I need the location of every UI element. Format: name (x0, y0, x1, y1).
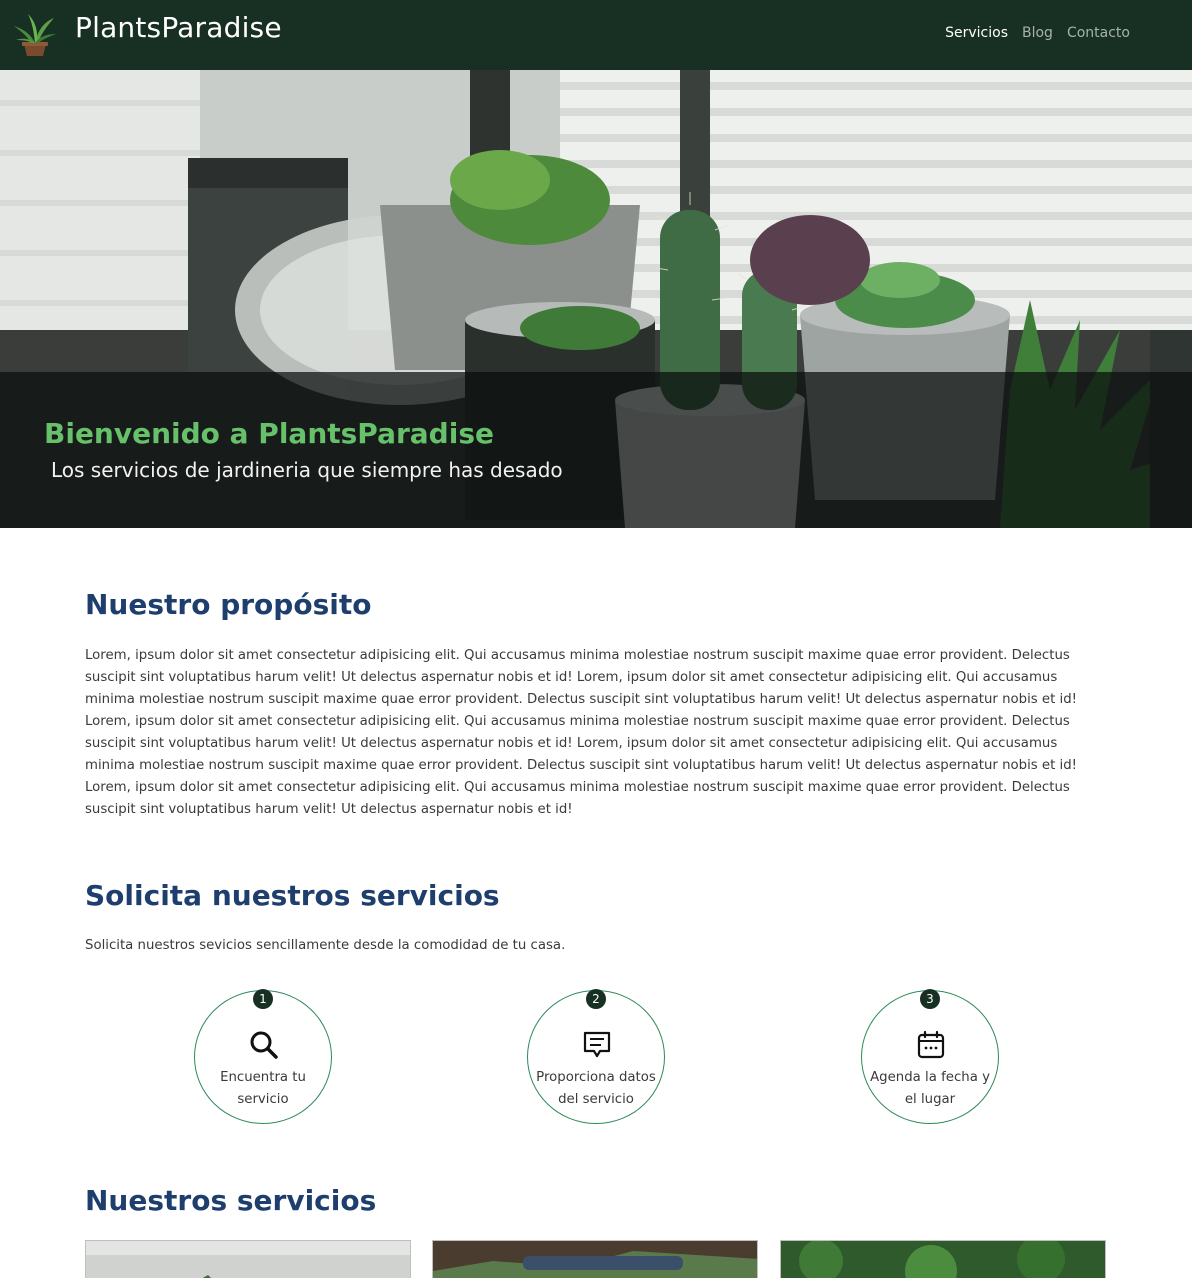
step-number-badge: 2 (586, 989, 606, 1009)
step-find-service[interactable]: 1 Encuentra tu servicio (194, 989, 332, 1124)
search-icon (250, 1031, 278, 1059)
service-card[interactable] (432, 1240, 758, 1278)
service-card-image (86, 1241, 410, 1278)
hero-banner: Bienvenido a PlantsParadise Los servicio… (0, 70, 1192, 528)
service-card-image (433, 1241, 757, 1278)
purpose-text: Lorem, ipsum dolor sit amet consectetur … (85, 648, 1078, 817)
potted-plant-logo-icon[interactable] (10, 10, 60, 60)
request-title: Solicita nuestros servicios (85, 879, 500, 912)
step-schedule[interactable]: 3 Agenda la fecha y el lugar (861, 989, 999, 1124)
step-label: Agenda la fecha y el lugar (870, 1070, 990, 1107)
service-card[interactable] (85, 1240, 411, 1278)
step-number-badge: 3 (920, 989, 940, 1009)
nav-link-blog[interactable]: Blog (1022, 25, 1053, 41)
step-provide-data[interactable]: 2 Proporciona datos del servicio (527, 989, 665, 1124)
navbar: PlantsParadise Servicios Blog Contacto (0, 0, 1192, 70)
nav-link-servicios[interactable]: Servicios (945, 25, 1008, 41)
service-card[interactable] (780, 1240, 1106, 1278)
message-icon (583, 1031, 611, 1058)
step-label: Encuentra tu servicio (220, 1070, 306, 1107)
nav-link-contacto[interactable]: Contacto (1067, 25, 1130, 41)
request-text: Solicita nuestros sevicios sencillamente… (85, 938, 566, 953)
calendar-icon (917, 1030, 945, 1059)
nav-links: Servicios Blog Contacto (945, 25, 1130, 41)
hero-caption-overlay (0, 372, 1192, 528)
services-title: Nuestros servicios (85, 1184, 377, 1217)
service-card-image (781, 1241, 1105, 1278)
step-label: Proporciona datos del servicio (536, 1070, 656, 1107)
purpose-title: Nuestro propósito (85, 588, 372, 621)
hero-subtitle: Los servicios de jardineria que siempre … (51, 458, 563, 482)
brand-name[interactable]: PlantsParadise (75, 11, 282, 44)
step-number-badge: 1 (253, 989, 273, 1009)
hero-title: Bienvenido a PlantsParadise (44, 417, 494, 450)
